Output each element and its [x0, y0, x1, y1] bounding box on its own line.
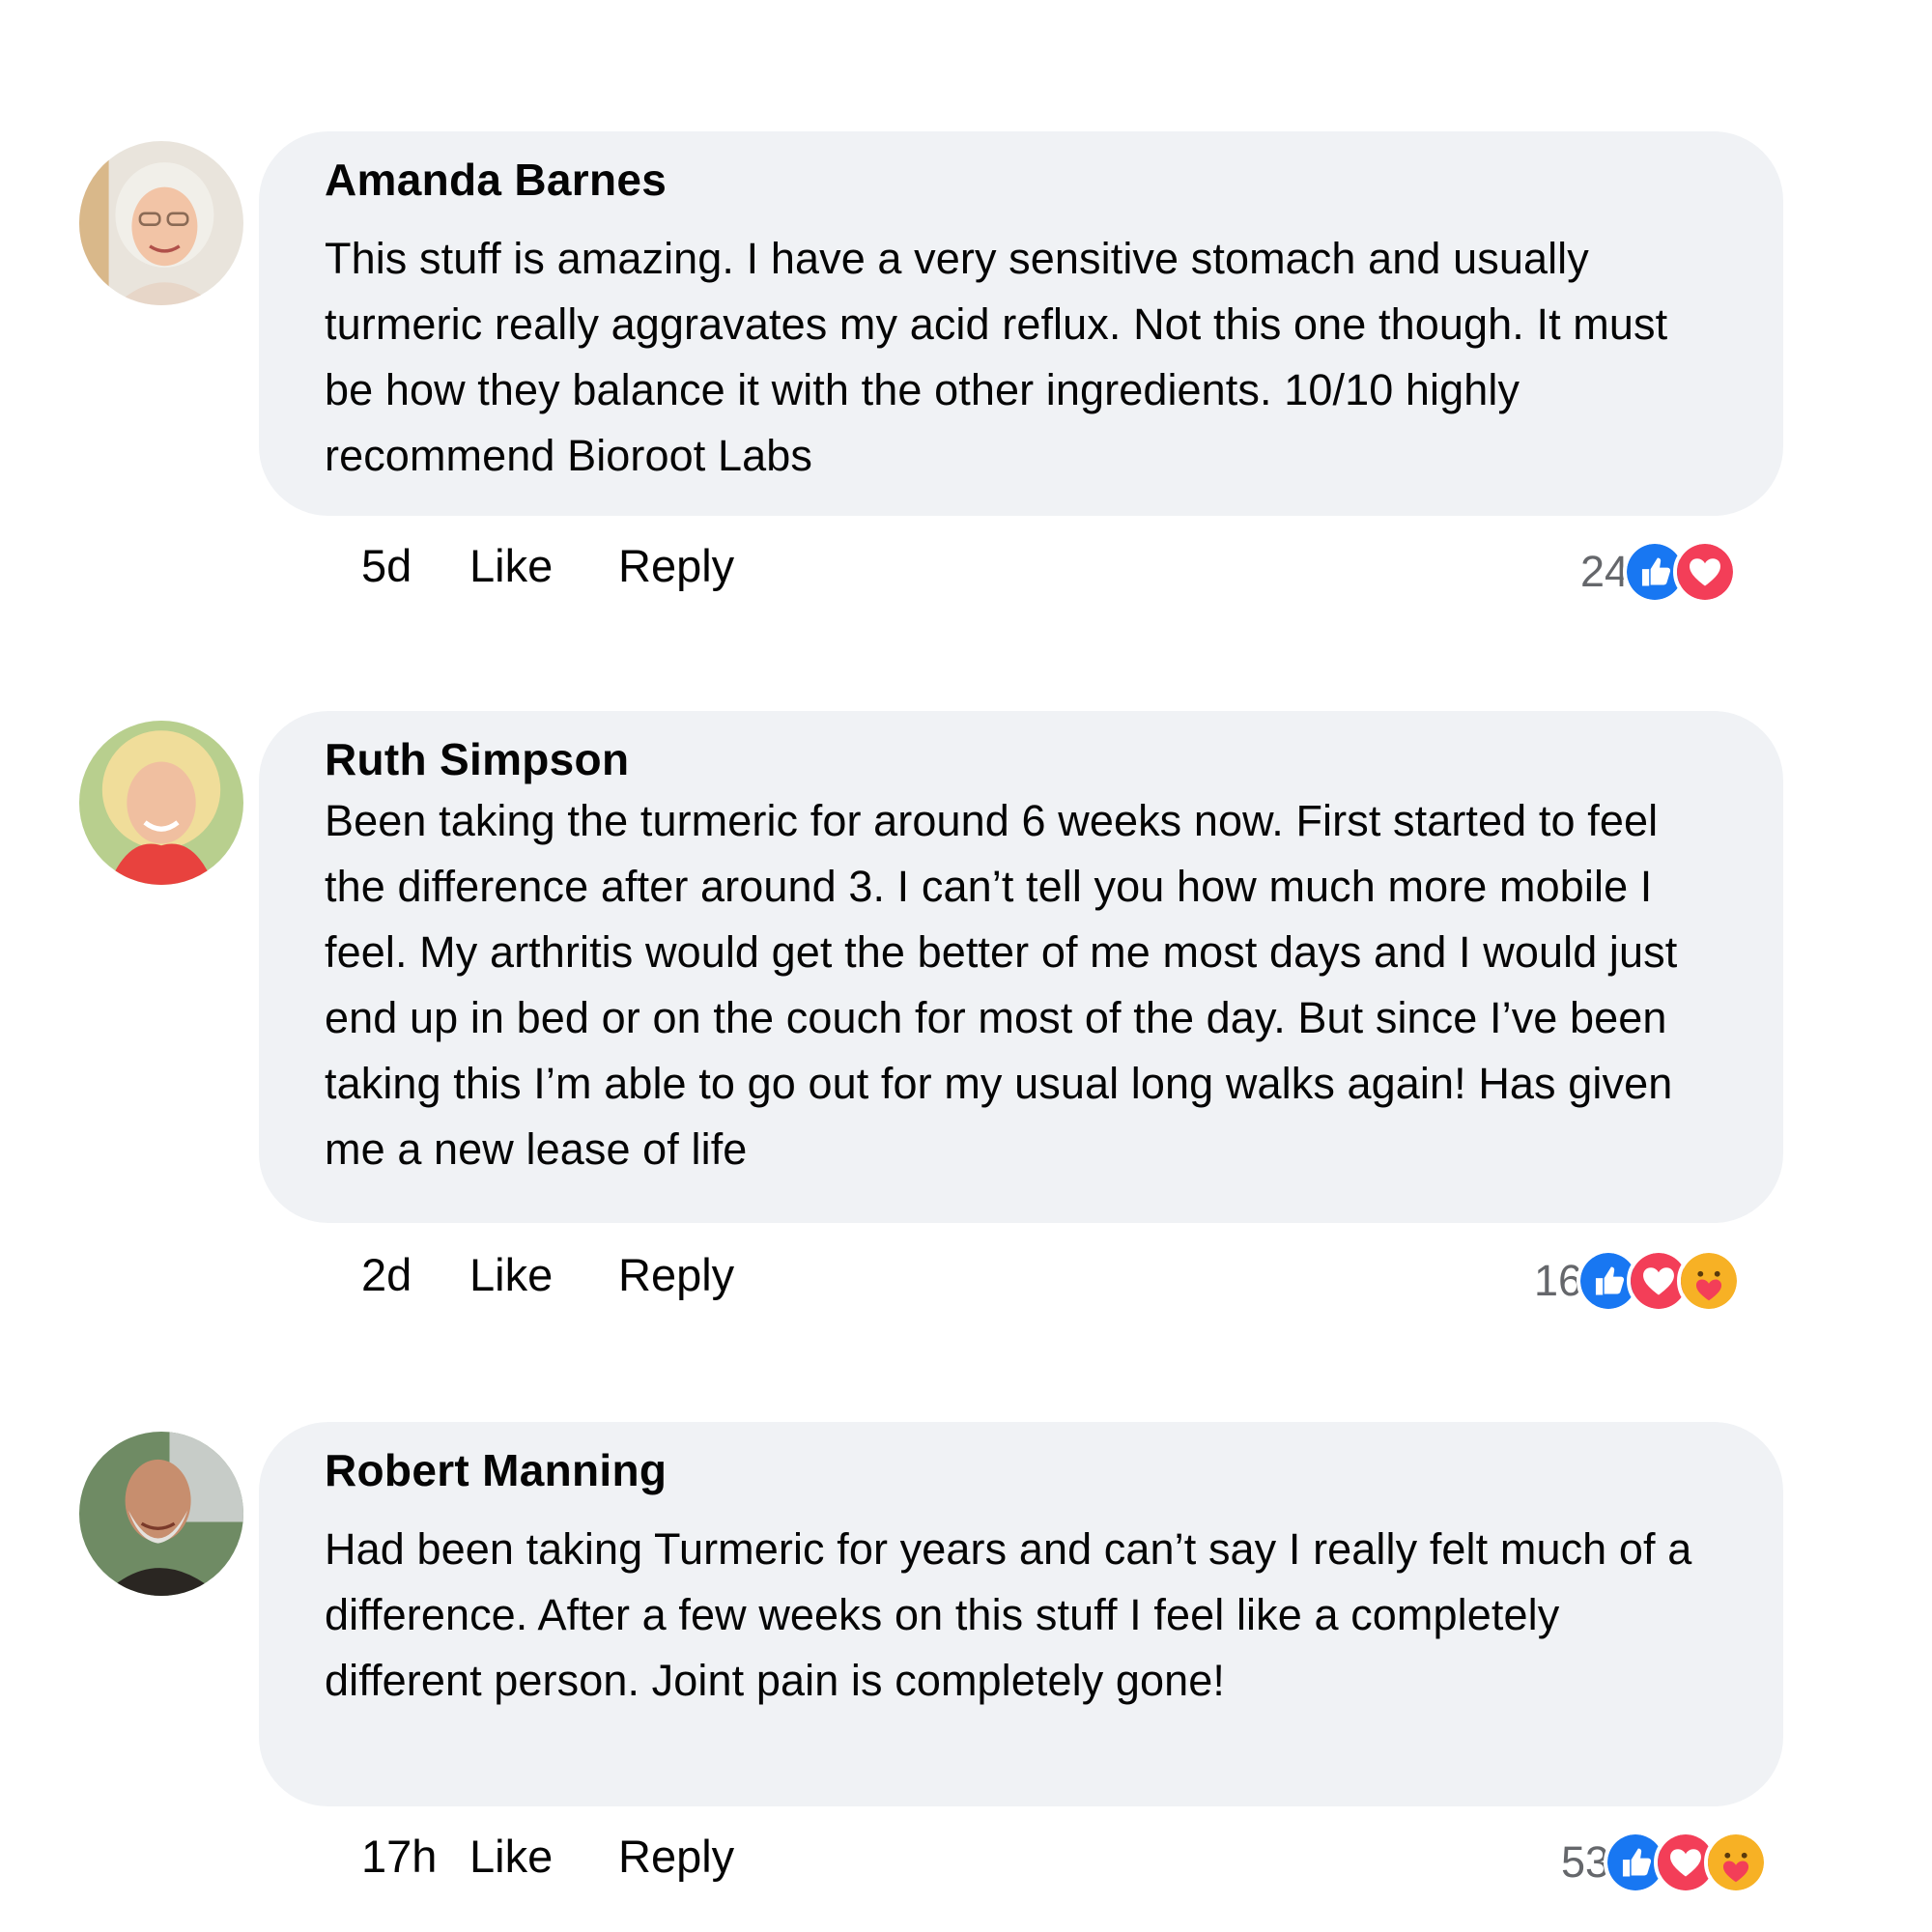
care-icon [1677, 1249, 1742, 1313]
reactions-summary[interactable]: 24 [1580, 538, 1738, 606]
comment-timestamp[interactable]: 5d [361, 537, 412, 595]
care-icon [1704, 1831, 1769, 1894]
comment-bubble: Amanda Barnes This stuff is amazing. I h… [259, 131, 1783, 516]
comment-bubble: Ruth Simpson Been taking the turmeric fo… [259, 711, 1783, 1223]
comment-author[interactable]: Robert Manning [325, 1443, 1725, 1497]
like-button[interactable]: Like [469, 1246, 553, 1304]
comment-timestamp[interactable]: 2d [361, 1246, 412, 1304]
comment-text: Been taking the turmeric for around 6 we… [325, 796, 1678, 1174]
reply-button[interactable]: Reply [618, 1246, 734, 1304]
reply-button[interactable]: Reply [618, 1828, 734, 1886]
reactions-summary[interactable]: 53 [1561, 1829, 1769, 1896]
avatar-photo-icon [79, 141, 243, 305]
love-icon [1673, 540, 1738, 604]
reaction-count: 24 [1580, 547, 1630, 596]
like-button[interactable]: Like [469, 1828, 553, 1886]
reactions-summary[interactable]: 16 [1534, 1247, 1742, 1315]
avatar-photo-icon [79, 1432, 243, 1596]
comment-bubble: Robert Manning Had been taking Turmeric … [259, 1422, 1783, 1806]
comment-author[interactable]: Ruth Simpson [325, 732, 1725, 786]
avatar[interactable] [79, 721, 243, 885]
comment-timestamp[interactable]: 17h [361, 1828, 437, 1886]
avatar-photo-icon [79, 721, 243, 885]
comment-text: Had been taking Turmeric for years and c… [325, 1524, 1692, 1705]
comment-author[interactable]: Amanda Barnes [325, 153, 1725, 207]
reaction-count: 53 [1561, 1837, 1610, 1887]
like-button[interactable]: Like [469, 537, 553, 595]
reply-button[interactable]: Reply [618, 537, 734, 595]
reaction-count: 16 [1534, 1256, 1583, 1305]
avatar[interactable] [79, 1432, 243, 1596]
comment-text: This stuff is amazing. I have a very sen… [325, 234, 1668, 480]
avatar[interactable] [79, 141, 243, 305]
